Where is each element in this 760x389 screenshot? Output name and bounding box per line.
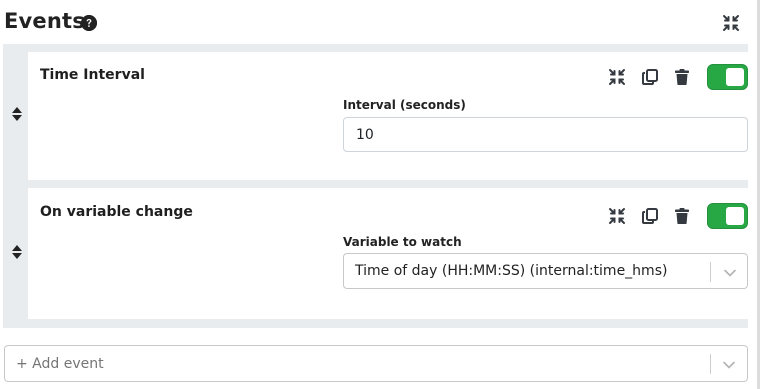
trash-icon[interactable] <box>673 207 691 225</box>
copy-icon[interactable] <box>641 68 659 86</box>
drag-handle[interactable] <box>3 180 28 328</box>
event-toolbar <box>608 64 748 90</box>
field-label: Interval (seconds) <box>343 98 466 112</box>
chevron-down-icon[interactable] <box>723 265 737 279</box>
sort-icon[interactable] <box>11 106 23 122</box>
selected-variable: Time of day (HH:MM:SS) (internal:time_hm… <box>355 263 668 279</box>
event-body: On variable change Variable to watch Tim… <box>28 188 748 319</box>
field-label: Variable to watch <box>343 235 462 249</box>
toggle-knob <box>726 207 744 225</box>
add-event-select[interactable]: + Add event <box>4 345 748 382</box>
event-panel: On variable change Variable to watch Tim… <box>3 180 748 328</box>
event-name: Time Interval <box>40 67 145 83</box>
drag-handle[interactable] <box>3 44 28 180</box>
interval-input[interactable] <box>343 117 748 152</box>
question-circle-icon[interactable] <box>81 15 97 31</box>
compress-icon[interactable] <box>608 207 626 225</box>
toggle-knob <box>726 68 744 86</box>
variable-select[interactable]: Time of day (HH:MM:SS) (internal:time_hm… <box>343 253 748 289</box>
add-event-placeholder: + Add event <box>16 356 104 372</box>
compress-icon[interactable] <box>608 68 626 86</box>
section-title: Events <box>4 9 85 33</box>
copy-icon[interactable] <box>641 207 659 225</box>
compress-icon[interactable] <box>722 14 740 32</box>
event-panel: Time Interval Interval (seconds) 10 <box>3 44 748 180</box>
select-separator <box>710 354 711 374</box>
event-body: Time Interval Interval (seconds) 10 <box>28 52 748 180</box>
select-separator <box>710 262 711 282</box>
enable-toggle[interactable] <box>707 203 748 229</box>
trash-icon[interactable] <box>673 68 691 86</box>
sort-icon[interactable] <box>11 244 23 260</box>
event-name: On variable change <box>40 204 193 220</box>
chevron-down-icon[interactable] <box>722 357 736 371</box>
events-header: Events <box>0 0 760 44</box>
event-toolbar <box>608 203 748 229</box>
enable-toggle[interactable] <box>707 64 748 90</box>
